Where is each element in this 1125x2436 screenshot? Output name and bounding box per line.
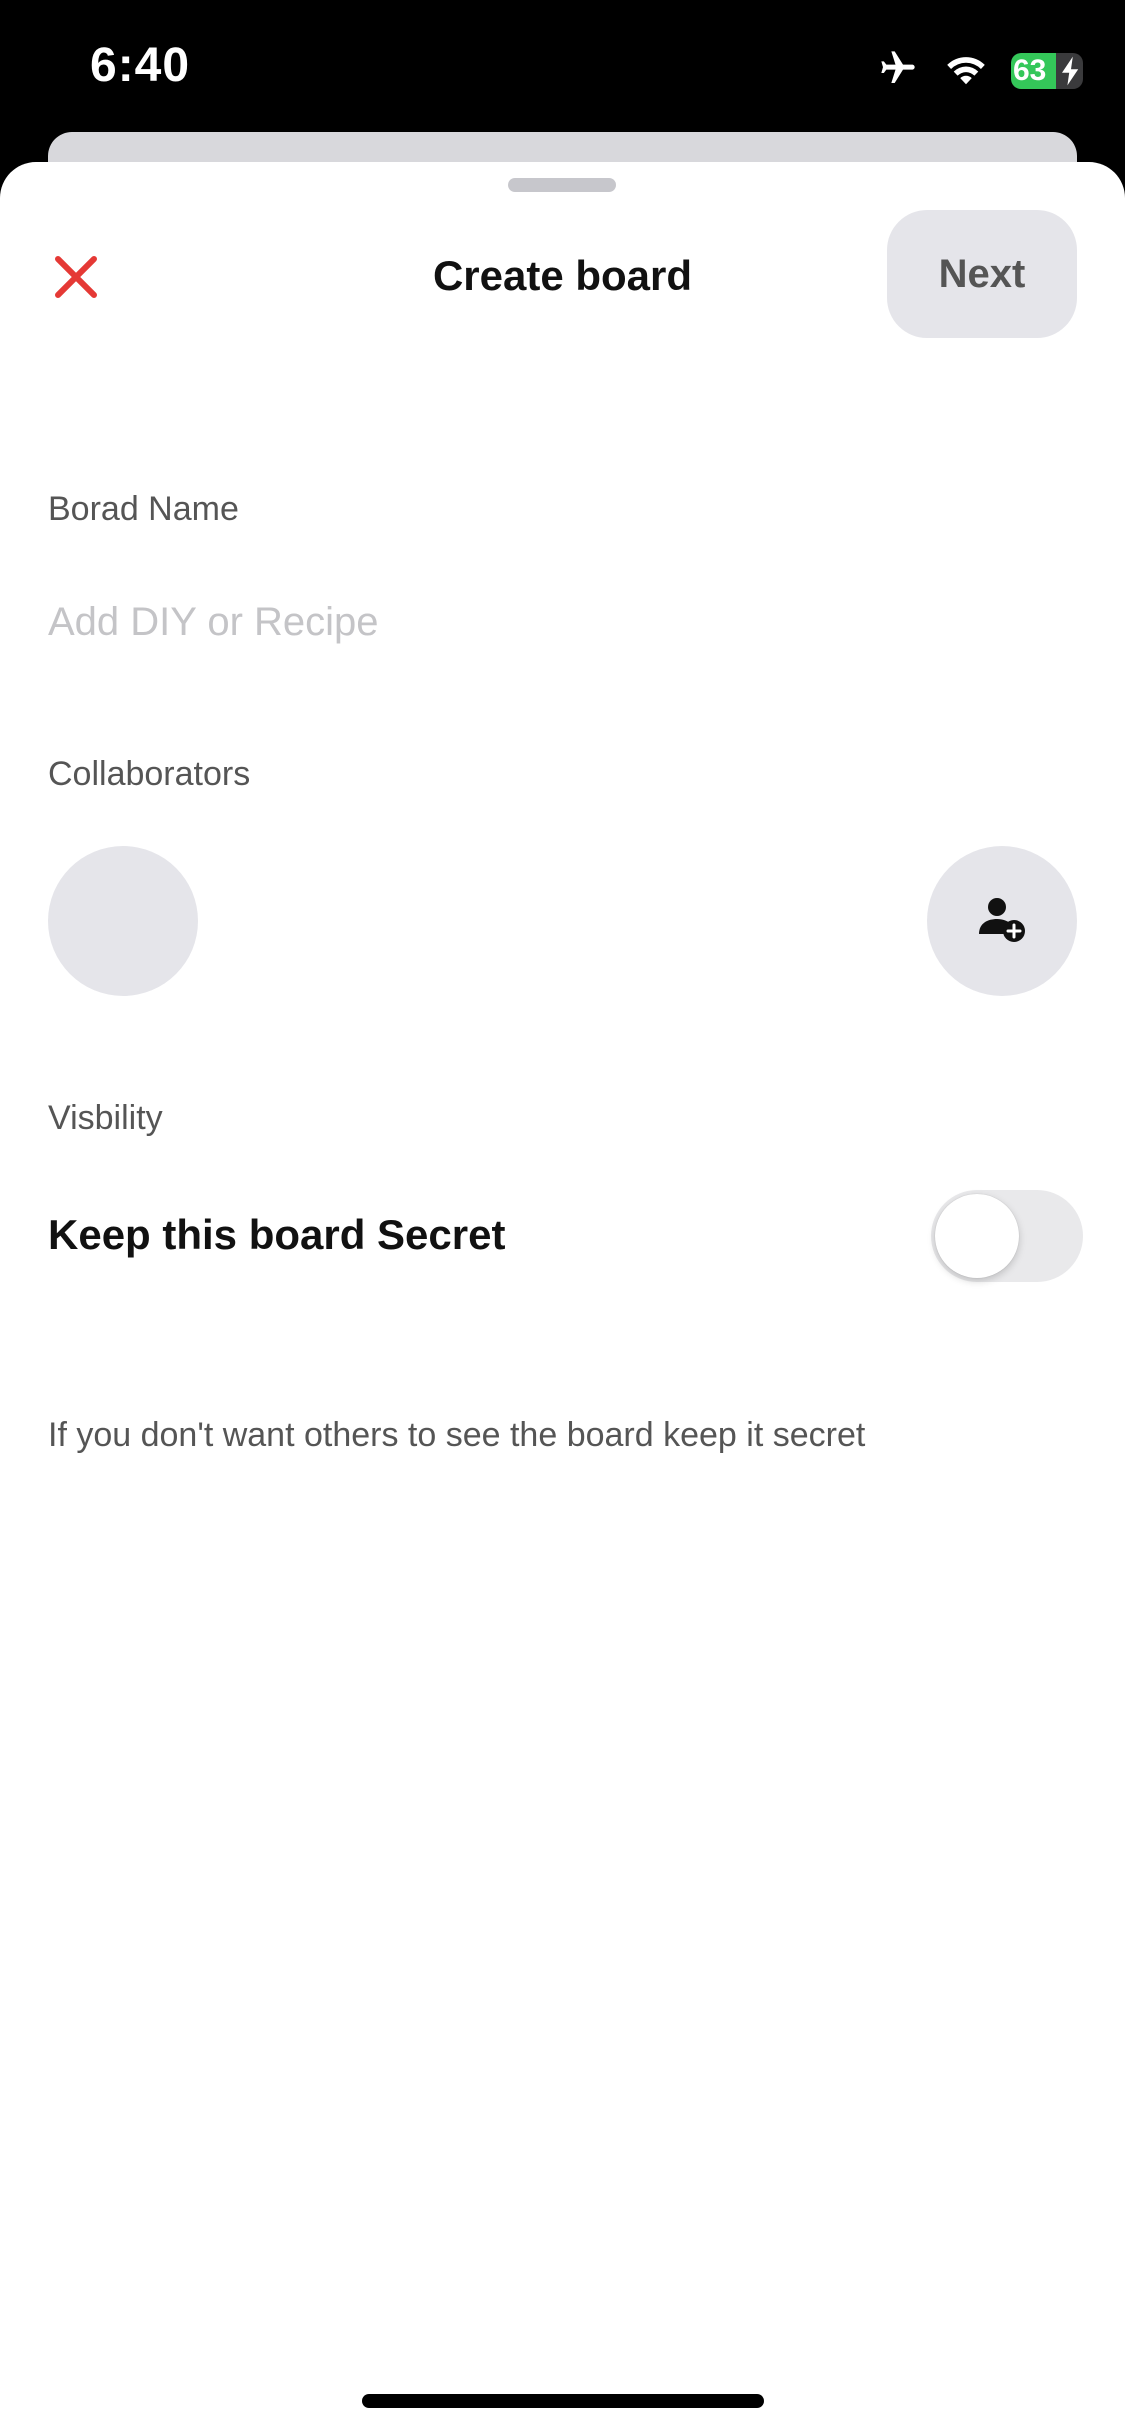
status-icons: 63 xyxy=(875,48,1083,93)
visibility-label: Visbility xyxy=(48,1099,163,1137)
secret-toggle-label: Keep this board Secret xyxy=(48,1211,506,1258)
home-indicator[interactable] xyxy=(362,2394,764,2408)
visibility-help-text: If you don't want others to see the boar… xyxy=(48,1416,866,1454)
toggle-knob xyxy=(935,1194,1019,1278)
board-name-input[interactable] xyxy=(48,582,1048,662)
charging-bolt-icon xyxy=(1062,56,1080,89)
battery-icon: 63 xyxy=(1011,52,1083,89)
add-collaborator-button[interactable] xyxy=(927,846,1077,996)
status-bar: 6:40 63 xyxy=(0,0,1125,132)
collaborators-label: Collaborators xyxy=(48,755,251,793)
screen: 6:40 63 Create board Next Borad Name Add… xyxy=(0,0,1125,2436)
create-board-sheet: Create board Next Borad Name Collaborato… xyxy=(0,162,1125,2436)
status-time: 6:40 xyxy=(90,39,191,92)
wifi-icon xyxy=(943,50,989,91)
next-button[interactable]: Next xyxy=(887,210,1077,338)
sheet-grabber[interactable] xyxy=(508,178,616,192)
secret-toggle[interactable] xyxy=(931,1190,1083,1282)
collaborator-avatar xyxy=(48,846,198,996)
airplane-icon xyxy=(875,48,921,93)
add-person-icon xyxy=(977,894,1027,949)
battery-level: 63 xyxy=(1013,53,1047,87)
board-name-label: Borad Name xyxy=(48,490,239,528)
